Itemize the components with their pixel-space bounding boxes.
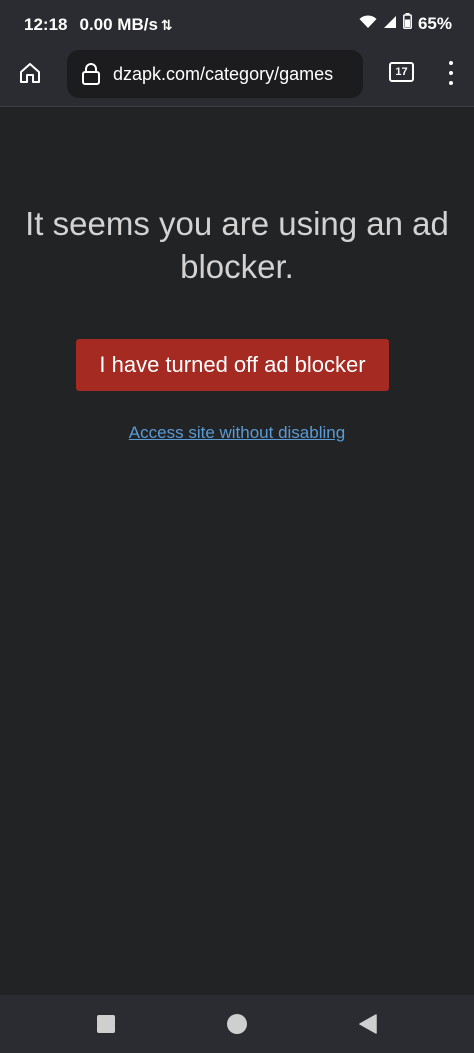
tab-count: 17 (395, 66, 408, 78)
network-speed: 0.00 MB/s (79, 15, 158, 34)
menu-dot (449, 81, 453, 85)
tabs-button[interactable]: 17 (389, 62, 414, 82)
data-arrows-icon: ⇅ (160, 16, 173, 33)
url-text[interactable]: dzapk.com/category/games (113, 64, 333, 85)
home-circle-icon[interactable] (227, 1014, 247, 1034)
recents-square-icon[interactable] (97, 1015, 115, 1033)
status-left: 12:18 0.00 MB/s ⇅ (24, 15, 173, 35)
more-menu-icon[interactable] (441, 58, 461, 88)
status-bar: 12:18 0.00 MB/s ⇅ 65% (0, 0, 474, 48)
menu-dot (449, 71, 453, 75)
ad-blocker-heading: It seems you are using an ad blocker. (25, 205, 449, 285)
status-time: 12:18 (24, 15, 68, 34)
battery-icon (403, 13, 412, 34)
url-bar[interactable]: dzapk.com/category/games (67, 50, 363, 98)
wifi-icon (359, 14, 377, 34)
signal-icon (383, 14, 397, 34)
battery-percent: 65% (417, 13, 452, 33)
menu-dot (449, 61, 453, 65)
back-triangle-icon[interactable] (358, 1014, 378, 1039)
home-button[interactable] (12, 57, 48, 93)
access-without-disabling-link[interactable]: Access site without disabling (129, 423, 345, 442)
lock-icon[interactable] (81, 63, 101, 85)
status-right: 65% (359, 13, 452, 34)
turned-off-ad-blocker-button[interactable]: I have turned off ad blocker (76, 339, 389, 391)
system-nav-bar (0, 995, 474, 1053)
home-icon (18, 61, 42, 90)
access-link-container: Access site without disabling (0, 423, 474, 443)
browser-toolbar: dzapk.com/category/games 17 (0, 48, 474, 107)
